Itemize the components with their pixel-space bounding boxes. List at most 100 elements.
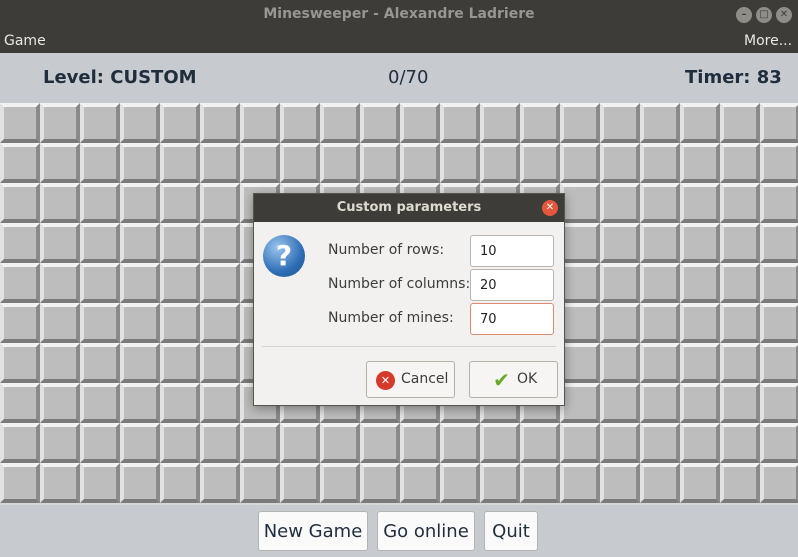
mine-cell[interactable]	[680, 303, 720, 343]
mine-cell[interactable]	[200, 343, 240, 383]
mine-cell[interactable]	[320, 143, 360, 183]
mine-cell[interactable]	[0, 183, 40, 223]
mine-cell[interactable]	[680, 103, 720, 143]
go-online-button[interactable]: Go online	[377, 511, 475, 551]
mine-cell[interactable]	[160, 423, 200, 463]
mine-cell[interactable]	[200, 223, 240, 263]
mine-cell[interactable]	[640, 223, 680, 263]
mine-cell[interactable]	[280, 103, 320, 143]
mine-cell[interactable]	[520, 143, 560, 183]
mine-cell[interactable]	[760, 143, 798, 183]
close-window-icon[interactable]: ✕	[776, 7, 792, 23]
mine-cell[interactable]	[40, 383, 80, 423]
ok-button[interactable]: ✔ OK	[469, 361, 558, 398]
mine-cell[interactable]	[600, 463, 640, 503]
mine-cell[interactable]	[280, 463, 320, 503]
mine-cell[interactable]	[0, 423, 40, 463]
mine-cell[interactable]	[0, 263, 40, 303]
mine-cell[interactable]	[720, 383, 760, 423]
mine-cell[interactable]	[520, 463, 560, 503]
mine-cell[interactable]	[560, 103, 600, 143]
mine-cell[interactable]	[80, 223, 120, 263]
mine-cell[interactable]	[560, 383, 600, 423]
mine-cell[interactable]	[680, 183, 720, 223]
mine-cell[interactable]	[680, 263, 720, 303]
mine-cell[interactable]	[160, 383, 200, 423]
mine-cell[interactable]	[280, 143, 320, 183]
mine-cell[interactable]	[40, 143, 80, 183]
menu-game[interactable]: Game	[4, 33, 46, 49]
mine-cell[interactable]	[720, 223, 760, 263]
mine-cell[interactable]	[0, 383, 40, 423]
mine-cell[interactable]	[200, 463, 240, 503]
mine-cell[interactable]	[240, 423, 280, 463]
mine-cell[interactable]	[440, 103, 480, 143]
mine-cell[interactable]	[80, 183, 120, 223]
mine-cell[interactable]	[40, 183, 80, 223]
mine-cell[interactable]	[280, 423, 320, 463]
mine-cell[interactable]	[40, 343, 80, 383]
mine-cell[interactable]	[80, 463, 120, 503]
rows-input[interactable]	[470, 235, 554, 267]
mine-cell[interactable]	[720, 143, 760, 183]
mine-cell[interactable]	[320, 463, 360, 503]
mine-cell[interactable]	[40, 263, 80, 303]
mine-cell[interactable]	[120, 343, 160, 383]
mine-cell[interactable]	[560, 263, 600, 303]
mine-cell[interactable]	[640, 303, 680, 343]
mine-cell[interactable]	[720, 103, 760, 143]
mine-cell[interactable]	[760, 263, 798, 303]
mine-cell[interactable]	[760, 223, 798, 263]
mine-cell[interactable]	[560, 343, 600, 383]
mine-cell[interactable]	[40, 463, 80, 503]
mine-cell[interactable]	[480, 463, 520, 503]
mine-cell[interactable]	[160, 223, 200, 263]
mine-cell[interactable]	[360, 103, 400, 143]
mine-cell[interactable]	[560, 183, 600, 223]
mine-cell[interactable]	[680, 423, 720, 463]
mine-cell[interactable]	[640, 143, 680, 183]
mine-cell[interactable]	[160, 103, 200, 143]
mine-cell[interactable]	[720, 183, 760, 223]
mine-cell[interactable]	[120, 183, 160, 223]
mine-cell[interactable]	[640, 343, 680, 383]
mine-cell[interactable]	[160, 343, 200, 383]
mine-cell[interactable]	[120, 263, 160, 303]
cancel-button[interactable]: ✕ Cancel	[366, 361, 455, 398]
mine-cell[interactable]	[0, 223, 40, 263]
mine-cell[interactable]	[0, 463, 40, 503]
mine-cell[interactable]	[720, 423, 760, 463]
mine-cell[interactable]	[80, 143, 120, 183]
dialog-close-icon[interactable]: ✕	[542, 200, 558, 216]
mine-cell[interactable]	[80, 423, 120, 463]
mine-cell[interactable]	[0, 343, 40, 383]
mine-cell[interactable]	[600, 103, 640, 143]
mine-cell[interactable]	[200, 103, 240, 143]
mine-cell[interactable]	[80, 263, 120, 303]
mine-cell[interactable]	[560, 463, 600, 503]
mine-cell[interactable]	[400, 463, 440, 503]
mine-cell[interactable]	[120, 423, 160, 463]
mine-cell[interactable]	[680, 383, 720, 423]
mine-cell[interactable]	[760, 303, 798, 343]
mine-cell[interactable]	[640, 263, 680, 303]
mine-cell[interactable]	[560, 303, 600, 343]
mine-cell[interactable]	[720, 263, 760, 303]
mine-cell[interactable]	[40, 223, 80, 263]
mine-cell[interactable]	[600, 383, 640, 423]
mine-cell[interactable]	[200, 263, 240, 303]
mine-cell[interactable]	[760, 183, 798, 223]
mine-cell[interactable]	[720, 343, 760, 383]
mine-cell[interactable]	[520, 423, 560, 463]
mine-cell[interactable]	[720, 303, 760, 343]
mine-cell[interactable]	[40, 103, 80, 143]
mine-cell[interactable]	[760, 423, 798, 463]
mine-cell[interactable]	[200, 423, 240, 463]
mine-cell[interactable]	[40, 423, 80, 463]
mine-cell[interactable]	[560, 143, 600, 183]
mine-cell[interactable]	[120, 143, 160, 183]
mine-cell[interactable]	[760, 463, 798, 503]
mine-cell[interactable]	[480, 103, 520, 143]
mine-cell[interactable]	[80, 383, 120, 423]
maximize-icon[interactable]: □	[756, 7, 772, 23]
